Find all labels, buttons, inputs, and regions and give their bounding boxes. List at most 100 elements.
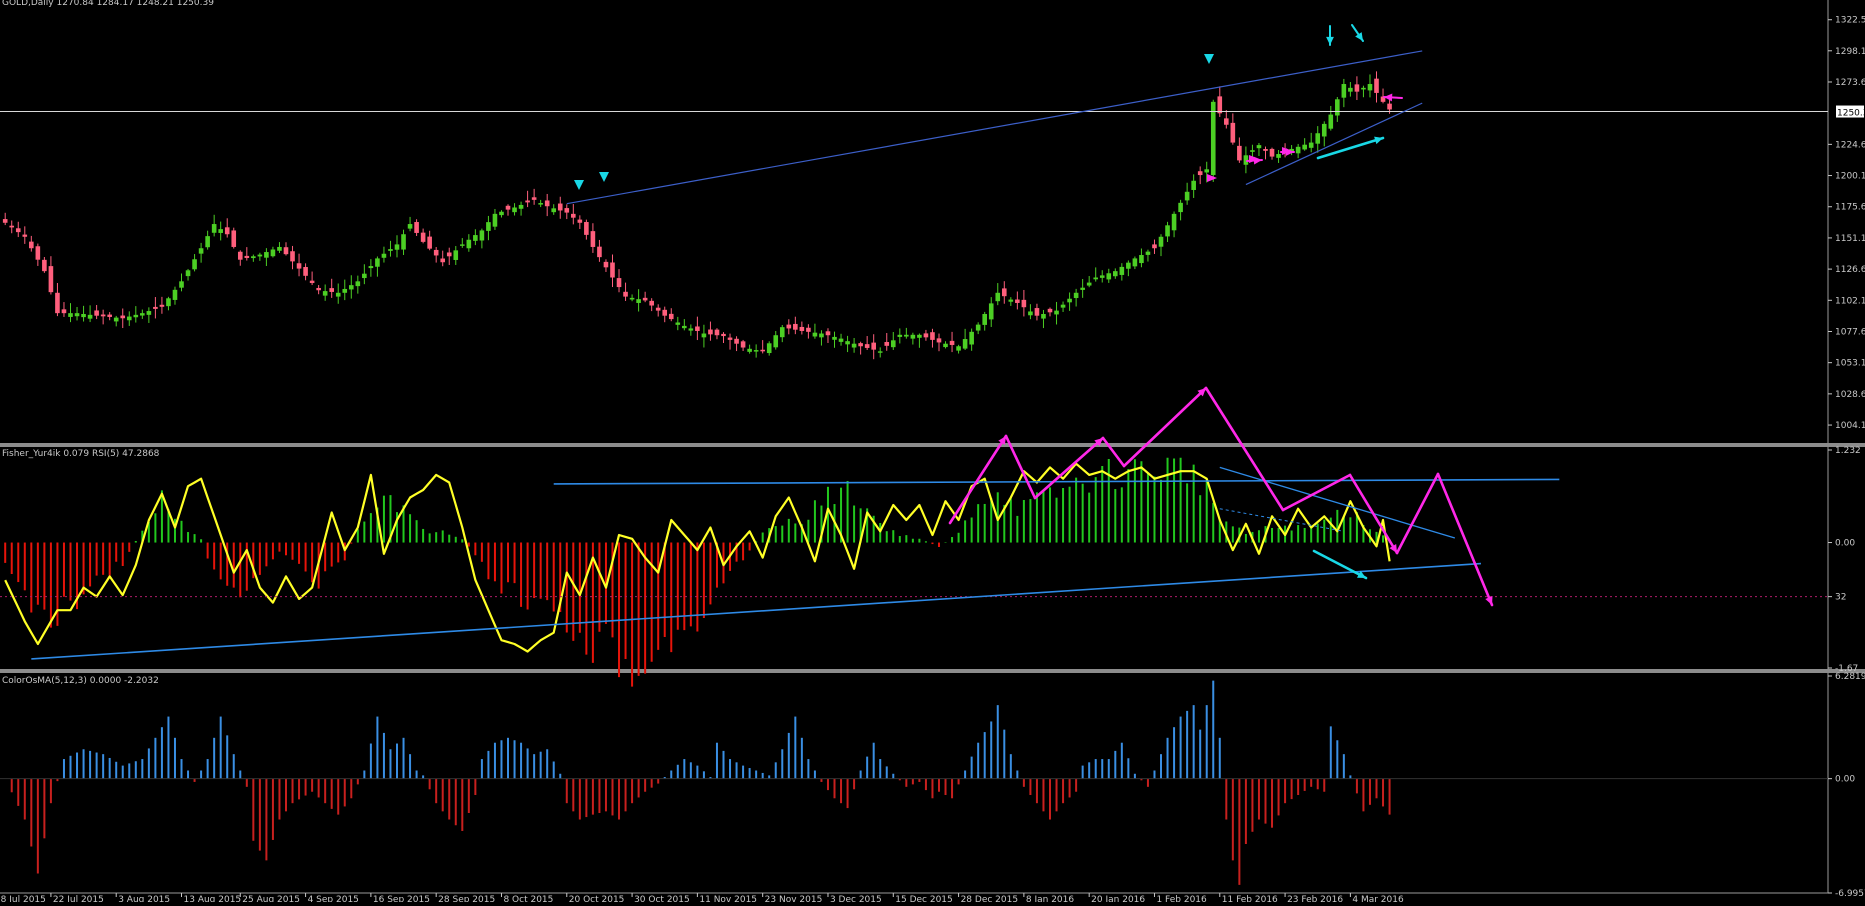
candle-body — [224, 227, 230, 235]
candle-body — [897, 334, 903, 337]
candle-body — [1374, 78, 1379, 93]
candle-body — [48, 266, 54, 293]
candle-body — [1119, 266, 1125, 275]
candle-body — [1348, 87, 1353, 92]
candle-body — [94, 310, 99, 316]
date-tick-label: 15 Dec 2015 — [895, 895, 953, 902]
date-tick-label: 8 Oct 2015 — [503, 895, 553, 902]
candle-body — [22, 234, 28, 237]
candle-body — [571, 213, 576, 218]
candle-body — [1113, 271, 1118, 277]
price-axis-tick-label: 1298.1 — [1835, 47, 1865, 57]
candle-body — [172, 289, 178, 300]
candle-body — [460, 244, 465, 246]
date-tick-label: 20 Oct 2015 — [569, 895, 625, 902]
candle-body — [1073, 292, 1079, 299]
candle-body — [192, 259, 197, 270]
candle-body — [557, 203, 563, 211]
date-tick-label: 3 Aug 2015 — [118, 895, 170, 902]
date-tick-label: 28 Sep 2015 — [438, 895, 495, 902]
candle-body — [2, 219, 8, 223]
price-axis-tick-label: 1175.6 — [1835, 203, 1865, 213]
price-axis-tick-label: 1273.6 — [1835, 78, 1865, 88]
candle-body — [956, 346, 961, 351]
candle-body — [825, 331, 831, 336]
price-axis-tick-label: 1126.6 — [1835, 265, 1865, 275]
candle-body — [133, 314, 139, 318]
candle-body — [1204, 169, 1210, 173]
candle-body — [623, 291, 628, 297]
candle-body — [610, 262, 615, 278]
candle-body — [74, 313, 80, 317]
candle-body — [179, 281, 184, 288]
candle-body — [584, 222, 589, 235]
candle-body — [1034, 308, 1040, 316]
candle-body — [68, 313, 73, 317]
candle-body — [799, 326, 805, 331]
candle-body — [910, 334, 916, 339]
trading-chart[interactable]: 1250.39 1322.5 1298.1 1273.6 1224.6 1200.1 11… — [0, 0, 1865, 905]
candle-body — [218, 229, 223, 233]
oscillator-axis-tick-label: 0.00 — [1835, 539, 1855, 549]
candle-body — [890, 340, 896, 348]
candle-body — [1250, 150, 1255, 152]
candle-body — [766, 343, 772, 354]
candle-body — [277, 246, 282, 251]
candle-body — [1001, 288, 1007, 297]
candle-body — [988, 303, 994, 320]
candle-body — [551, 208, 557, 213]
candle-body — [832, 336, 837, 340]
candle-body — [257, 254, 263, 257]
candle-body — [851, 343, 857, 348]
candle-body — [492, 213, 498, 227]
candle-body — [747, 348, 752, 352]
candle-body — [407, 224, 413, 229]
candle-body — [943, 343, 948, 348]
chart-canvas[interactable]: 1250.39 1322.5 1298.1 1273.6 1224.6 1200.1 11… — [0, 0, 1865, 905]
date-tick-label: 3 Dec 2015 — [830, 895, 882, 902]
candle-body — [1139, 255, 1144, 264]
date-tick-label: 16 Sep 2015 — [373, 895, 430, 902]
candle-body — [394, 244, 400, 250]
candle-body — [335, 292, 341, 297]
candle-body — [708, 329, 713, 335]
panel-separator-2 — [0, 669, 1865, 673]
candle-body — [649, 300, 654, 306]
candle-body — [675, 322, 681, 325]
candle-body — [1099, 275, 1105, 278]
candle-body — [753, 350, 759, 352]
candle-body — [904, 334, 909, 337]
candle-body — [35, 246, 41, 260]
candle-body — [61, 309, 67, 314]
candle-body — [120, 315, 126, 319]
price-axis-tick-label: 1028.6 — [1835, 390, 1865, 400]
candle-body — [1178, 202, 1183, 213]
candle-body — [126, 316, 132, 321]
candle-body — [9, 225, 15, 228]
candle-body — [975, 324, 981, 331]
candle-body — [1276, 154, 1281, 158]
candle-body — [773, 335, 779, 348]
date-tick-label: 11 Feb 2016 — [1222, 895, 1278, 902]
candle-body — [760, 349, 765, 352]
candle-body — [1328, 114, 1334, 129]
candle-body — [362, 273, 367, 279]
oscillator-panel-header: Fisher_Yur4ik 0.079 RSI(5) 47.2868 — [2, 449, 160, 459]
candle-body — [786, 324, 792, 329]
candle-body — [962, 339, 968, 349]
candle-body — [1067, 298, 1072, 303]
candle-body — [316, 287, 321, 291]
candle-body — [518, 204, 524, 209]
candle-body — [309, 280, 315, 284]
price-axis-tick-label: 1322.5 — [1835, 16, 1865, 26]
candle-body — [1197, 171, 1203, 176]
candle-body — [55, 292, 60, 314]
candle-body — [81, 314, 86, 318]
candle-body — [917, 334, 922, 338]
candle-body — [923, 333, 929, 338]
candle-body — [290, 251, 295, 262]
candle-body — [342, 288, 348, 293]
candle-body — [251, 256, 256, 259]
candle-body — [244, 255, 250, 258]
candle-body — [779, 327, 785, 338]
